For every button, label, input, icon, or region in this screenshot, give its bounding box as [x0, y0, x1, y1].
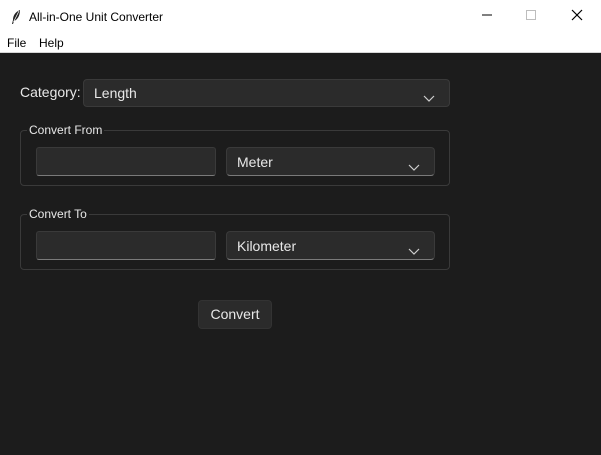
to-value-input[interactable] — [36, 231, 216, 260]
category-selected: Length — [94, 85, 137, 101]
chevron-down-icon — [423, 90, 435, 102]
category-dropdown[interactable]: Length — [83, 79, 450, 107]
feather-icon — [10, 9, 22, 25]
convert-to-group: Convert To Kilometer — [20, 207, 450, 270]
convert-to-label: Convert To — [27, 207, 89, 221]
close-button[interactable] — [554, 0, 600, 34]
from-value-input[interactable] — [36, 147, 216, 176]
convert-button[interactable]: Convert — [198, 300, 272, 329]
title-bar[interactable]: All-in-One Unit Converter — [0, 0, 601, 34]
convert-from-group: Convert From Meter — [20, 123, 450, 186]
to-unit-dropdown[interactable]: Kilometer — [226, 231, 435, 260]
chevron-down-icon — [408, 243, 420, 255]
minimize-button[interactable] — [464, 0, 510, 34]
menu-file[interactable]: File — [7, 36, 26, 50]
window-title: All-in-One Unit Converter — [29, 10, 164, 24]
to-unit-selected: Kilometer — [237, 238, 297, 254]
menu-bar: File Help — [0, 34, 601, 53]
app-window: All-in-One Unit Converter File Help Cate… — [0, 0, 601, 455]
menu-help[interactable]: Help — [39, 36, 64, 50]
minimize-icon — [481, 8, 493, 26]
chevron-down-icon — [408, 159, 420, 171]
maximize-icon — [525, 8, 537, 26]
from-unit-dropdown[interactable]: Meter — [226, 147, 435, 176]
maximize-button[interactable] — [508, 0, 554, 34]
convert-from-label: Convert From — [27, 123, 105, 137]
category-label: Category: — [20, 84, 81, 100]
close-icon — [571, 8, 583, 26]
from-unit-selected: Meter — [237, 154, 273, 170]
